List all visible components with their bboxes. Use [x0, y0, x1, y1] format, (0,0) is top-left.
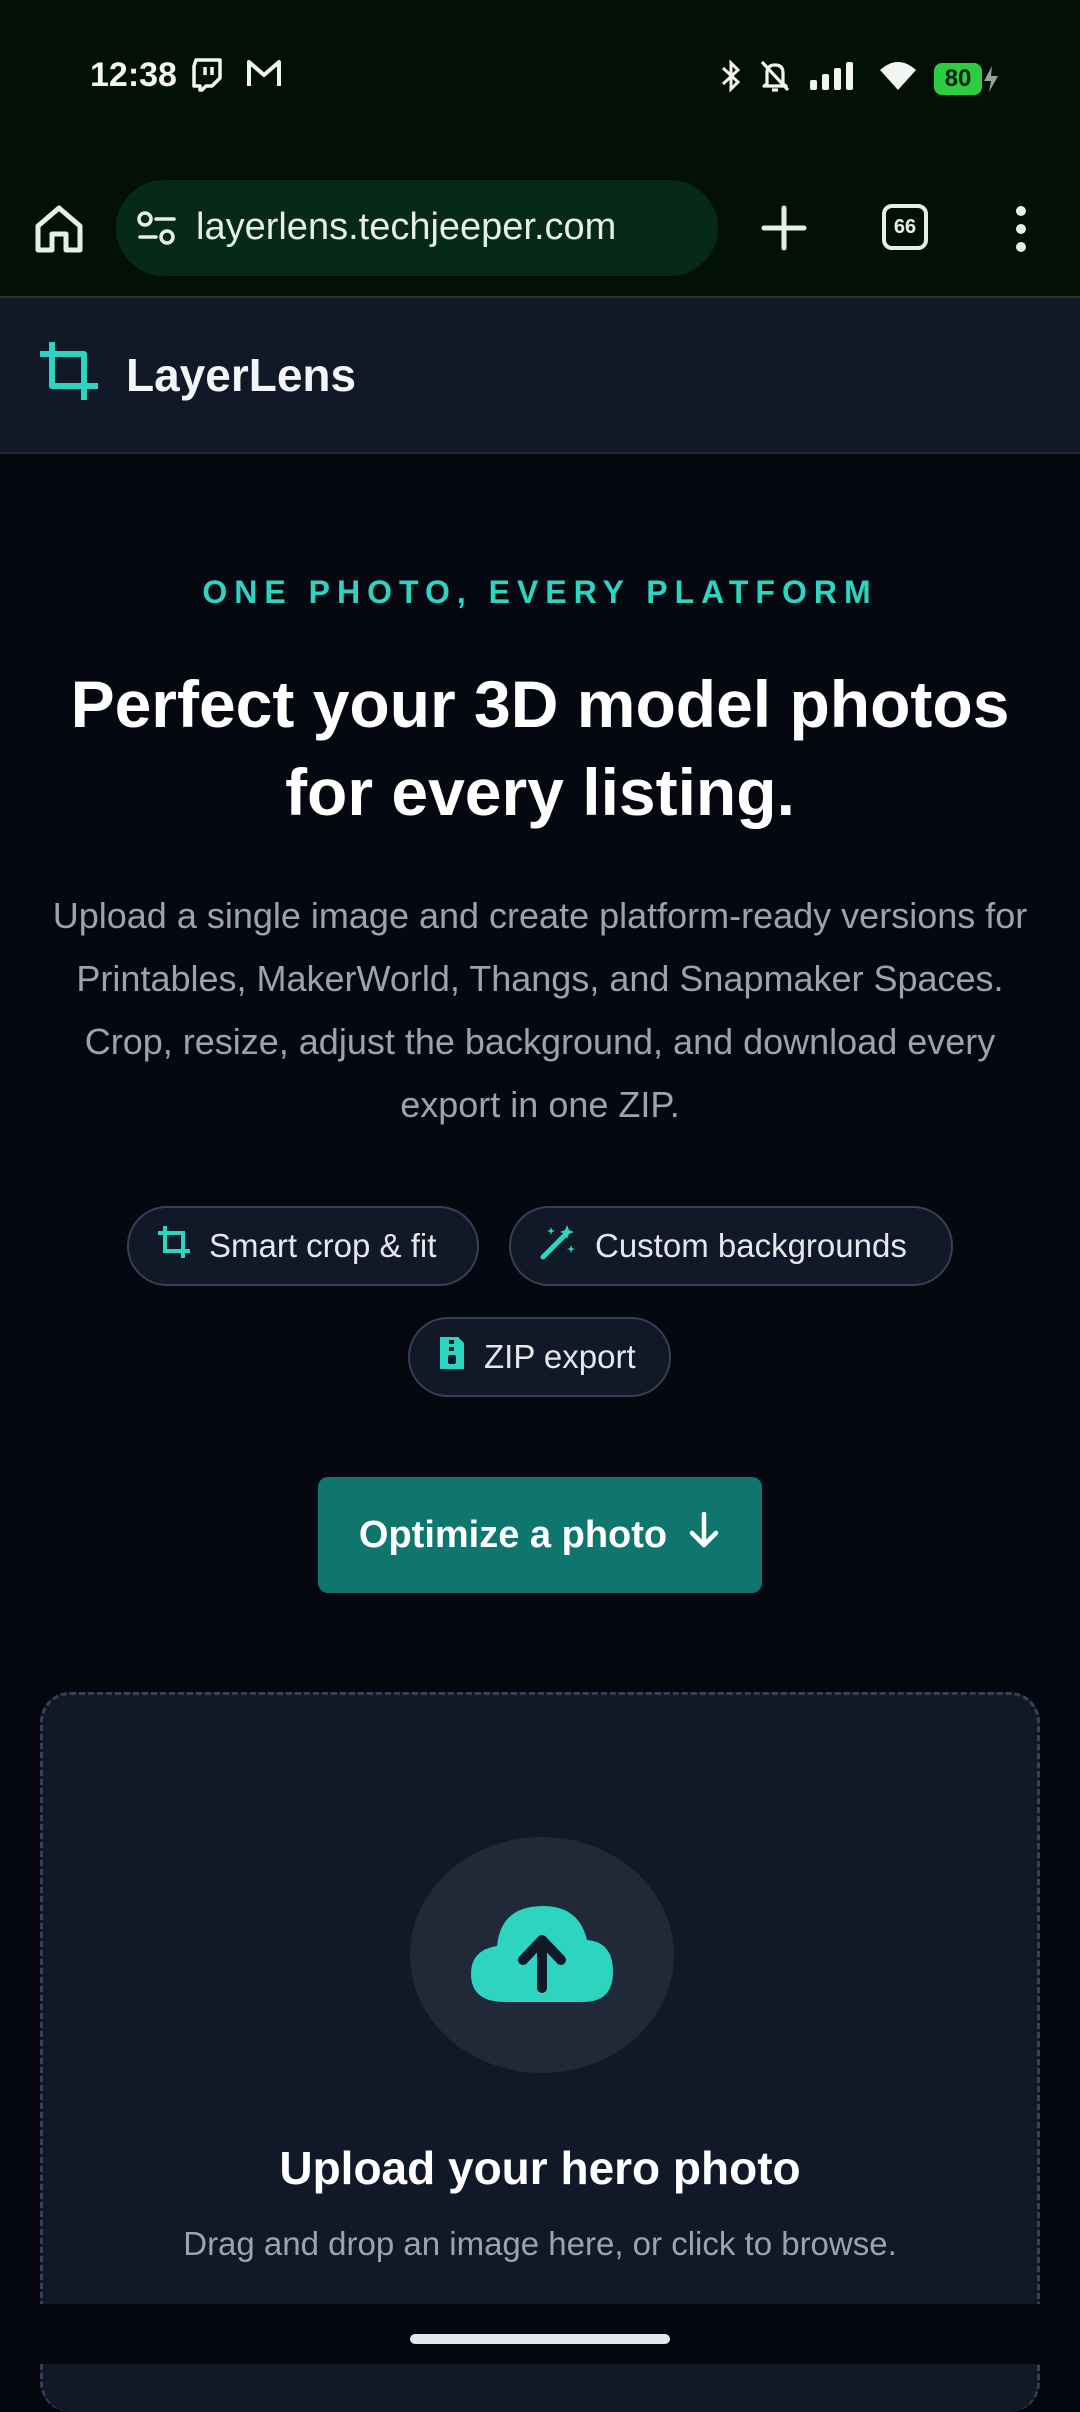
- browser-toolbar: layerlens.techjeeper.com 66: [0, 160, 1080, 298]
- new-tab-icon[interactable]: [758, 202, 810, 254]
- feature-pill-custom-backgrounds: Custom backgrounds: [509, 1206, 953, 1286]
- cloud-upload-icon: [467, 1898, 617, 2013]
- magic-wand-icon: [539, 1223, 577, 1269]
- arrow-down-icon: [687, 1511, 721, 1559]
- upload-title: Upload your hero photo: [279, 2142, 801, 2194]
- feature-pill-smart-crop: Smart crop & fit: [127, 1206, 479, 1286]
- home-indicator[interactable]: [410, 2334, 670, 2344]
- hero-description: Upload a single image and create platfor…: [52, 895, 1028, 1125]
- gmail-icon: [246, 58, 282, 97]
- signal-icon: [808, 60, 862, 97]
- hero-title: Perfect your 3D model photos for every l…: [40, 660, 1040, 836]
- gesture-bar: [0, 2304, 1080, 2364]
- zip-file-icon: [438, 1335, 466, 1379]
- tab-switcher-button[interactable]: 66: [882, 204, 928, 250]
- optimize-photo-button[interactable]: Optimize a photo: [318, 1477, 762, 1593]
- feature-label: Smart crop & fit: [209, 1227, 437, 1264]
- crop-icon: [157, 1225, 191, 1267]
- battery-icon: 80: [934, 62, 1000, 95]
- upload-icon-circle: [410, 1837, 674, 2073]
- address-bar[interactable]: layerlens.techjeeper.com: [116, 180, 718, 276]
- url-text[interactable]: layerlens.techjeeper.com: [196, 206, 616, 249]
- mute-icon: [758, 58, 792, 99]
- hero-title-line-1: Perfect your 3D model photos: [70, 667, 1010, 741]
- upload-hint: Drag and drop an image here, or click to…: [183, 2225, 897, 2262]
- cta-label: Optimize a photo: [358, 1513, 668, 1556]
- twitch-icon: [192, 58, 224, 97]
- wifi-icon: [878, 60, 918, 97]
- site-header: LayerLens: [0, 298, 1080, 454]
- battery-level: 80: [934, 62, 982, 95]
- feature-label: Custom backgrounds: [595, 1227, 907, 1264]
- status-bar: 12:38 80: [0, 0, 1080, 160]
- feature-label: ZIP export: [484, 1338, 636, 1375]
- hero-eyebrow: ONE PHOTO, EVERY PLATFORM: [202, 574, 878, 610]
- crop-logo-icon[interactable]: [38, 340, 100, 402]
- more-menu-icon[interactable]: [1004, 204, 1038, 254]
- hero-title-line-2: for every listing.: [285, 755, 795, 829]
- bluetooth-icon: [720, 58, 742, 99]
- site-settings-icon[interactable]: [136, 208, 178, 248]
- feature-pill-zip-export: ZIP export: [408, 1317, 671, 1397]
- home-icon[interactable]: [30, 200, 88, 258]
- brand-name[interactable]: LayerLens: [126, 348, 356, 402]
- status-time: 12:38: [90, 56, 177, 94]
